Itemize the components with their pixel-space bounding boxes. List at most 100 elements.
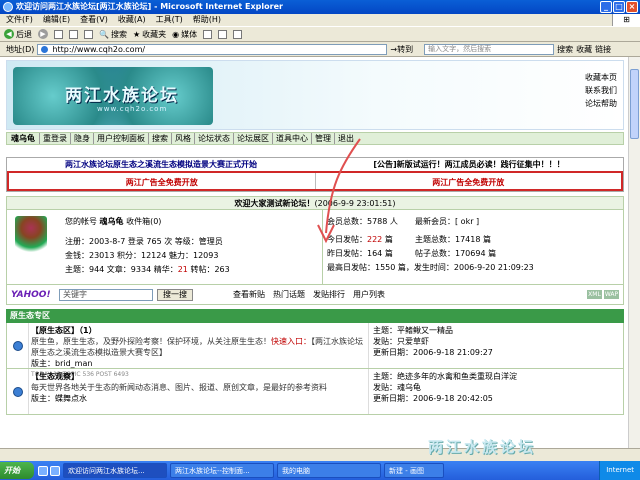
account-line: 您的帐号 魂乌龟 收件箱(0) [65, 217, 162, 226]
elite-count: 21 [177, 265, 188, 274]
newest-member-link[interactable]: okr [458, 217, 476, 226]
nav-gallery[interactable]: 论坛展区 [233, 133, 272, 144]
forum-mods: 版主：蝶舞点水 [31, 394, 87, 403]
forward-button[interactable]: ▶ [38, 29, 48, 39]
media-button[interactable]: ◉ 媒体 [172, 29, 197, 40]
stop-icon[interactable] [54, 29, 63, 39]
quicklaunch-ie-icon[interactable] [38, 465, 48, 476]
minimize-button[interactable]: _ [600, 1, 612, 13]
back-button[interactable]: ◀ 后退 [4, 29, 32, 40]
start-button[interactable]: 开始 [0, 462, 34, 479]
forum-title[interactable]: 【生态观察】 [31, 371, 366, 382]
close-button[interactable]: × [626, 1, 638, 13]
search-button[interactable]: 🔍 搜索 [99, 29, 127, 40]
address-label: 地址(D) [6, 44, 35, 54]
task-control-panel[interactable]: 两江水族论坛--控制面... [170, 463, 274, 478]
contest-announcement-link[interactable]: 两江水族论坛原生态之溪流生态模拟造景大赛正式开始 [7, 158, 315, 171]
nav-relogin[interactable]: 重登录 [39, 133, 70, 144]
go-button[interactable]: →转到 [390, 44, 413, 55]
forum-bulb-icon [12, 340, 23, 351]
vertical-scrollbar[interactable] [628, 57, 640, 448]
topic-line: 主题：944 文章：9334 精华：21 转帖：263 [65, 265, 230, 274]
search-line: YAHOO! 关键字 搜一搜 查看新贴 热门话题 发贴排行 用户列表 XML W… [6, 285, 624, 305]
nav-search[interactable]: 搜索 [148, 133, 171, 144]
window-titlebar: 欢迎访问两江水族论坛[两江水族论坛] - Microsoft Internet … [0, 0, 640, 14]
help-link[interactable]: 论坛帮助 [585, 97, 617, 110]
site-logo-text[interactable]: 两江水族论坛 [65, 81, 179, 106]
menu-help[interactable]: 帮助(H) [193, 14, 221, 26]
toolbar-search-button[interactable]: 搜索 [557, 44, 573, 55]
menu-edit[interactable]: 编辑(E) [43, 14, 70, 26]
nav-status[interactable]: 论坛状态 [194, 133, 233, 144]
back-arrow-icon: ◀ [4, 29, 14, 39]
forum-row: 【生态观察】 每天世界各地关于生态的新闻动态消息、图片、报道、原创文章，是最好的… [6, 369, 624, 415]
bookmark-link[interactable]: 收藏本页 [585, 71, 617, 84]
xml-button[interactable]: XML [587, 290, 602, 299]
site-banner: 两江水族论坛 www.cqh2o.com 收藏本页 联系我们 论坛帮助 [6, 60, 624, 130]
toolbar: ◀ 后退 ▶ 🔍 搜索 ★ 收藏夹 ◉ 媒体 [0, 26, 640, 42]
contact-link[interactable]: 联系我们 [585, 84, 617, 97]
browser-content: 两江水族论坛 www.cqh2o.com 收藏本页 联系我们 论坛帮助 魂乌龟 … [0, 57, 628, 448]
search-icon: 🔍 [99, 29, 109, 39]
toolbar-fav-button[interactable]: 收藏 [576, 44, 592, 55]
ie-icon [3, 2, 13, 12]
inbox-link[interactable]: 收件箱(0) [126, 217, 161, 226]
annotation-arrow-icon [317, 138, 361, 244]
task-forum-window[interactable]: 欢迎访问两江水族论坛... [63, 463, 167, 478]
last-topic[interactable]: 主题：绝迹多年的水禽和鱼类重现白洋淀 [373, 371, 619, 382]
wap-button[interactable]: WAP [604, 290, 619, 299]
quick-links: 查看新贴 热门话题 发贴排行 用户列表 [233, 289, 385, 300]
section-header[interactable]: 原生态专区 [6, 309, 624, 323]
nav-hidden[interactable]: 隐身 [70, 133, 93, 144]
keyword-input[interactable]: 关键字 [59, 288, 153, 301]
menu-view[interactable]: 查看(V) [80, 14, 108, 26]
nav-control-panel[interactable]: 用户控制面板 [93, 133, 148, 144]
task-paint[interactable]: 新建 - 画图 [384, 463, 444, 478]
taskbar: 开始 欢迎访问两江水族论坛... 两江水族论坛--控制面... 我的电脑 新建 … [0, 461, 640, 480]
user-list-link[interactable]: 用户列表 [353, 289, 385, 300]
post-rank-link[interactable]: 发贴排行 [313, 289, 345, 300]
last-topic[interactable]: 主题：平鳍鳅又一精品 [373, 325, 619, 336]
last-time: 更新日期：2006-9-18 21:09:27 [373, 348, 493, 357]
topics-stat: 主题总数：17418 篇 [415, 235, 491, 244]
refresh-icon[interactable] [69, 29, 78, 39]
ad-link-left[interactable]: 两江广告全免费开放 [9, 173, 316, 189]
quicklaunch-desktop-icon[interactable] [50, 465, 60, 476]
print-icon[interactable] [233, 29, 243, 39]
yahoo-logo: YAHOO! [11, 289, 51, 300]
last-poster[interactable]: 发贴：只爱草虾 [373, 336, 619, 347]
favorites-button[interactable]: ★ 收藏夹 [133, 29, 166, 40]
menu-favorites[interactable]: 收藏(A) [118, 14, 146, 26]
forum-desc: 每天世界各地关于生态的新闻动态消息、图片、报道、原创文章，是最好的参考资料 [31, 383, 327, 392]
status-bar [0, 448, 640, 461]
menu-bar: 文件(F) 编辑(E) 查看(V) 收藏(A) 工具(T) 帮助(H) ⊞ [0, 14, 640, 26]
forum-row: 【原生态区】（1） 原生鱼，原生生态，及野外探险考察！保护环境，从关注原生生态！… [6, 323, 624, 378]
last-poster[interactable]: 发贴：魂乌龟 [373, 382, 619, 393]
scrollbar-thumb[interactable] [630, 69, 639, 139]
maximize-button[interactable]: □ [613, 1, 625, 13]
links-label[interactable]: 链接 [595, 44, 611, 55]
peak-stat: 最高日发帖：1550 篇，发生时间：2006-9-20 21:09:23 [327, 263, 534, 272]
address-input[interactable]: http://www.cqh2o.com/ [37, 43, 388, 55]
account-name[interactable]: 魂乌龟 [100, 217, 124, 226]
menu-file[interactable]: 文件(F) [6, 14, 33, 26]
task-my-computer[interactable]: 我的电脑 [277, 463, 381, 478]
nav-style[interactable]: 风格 [171, 133, 194, 144]
menu-tools[interactable]: 工具(T) [156, 14, 183, 26]
last-time: 更新日期：2006-9-18 20:42:05 [373, 394, 493, 403]
user-avatar [15, 216, 47, 256]
address-bar: 地址(D) http://www.cqh2o.com/ →转到 输入文字，然后搜… [0, 42, 640, 57]
home-icon[interactable] [84, 29, 93, 39]
watermark-text: 两江水族论坛 [428, 438, 537, 456]
history-icon[interactable] [203, 29, 213, 39]
search-submit-button[interactable]: 搜一搜 [157, 288, 193, 301]
forum-mods: 版主：brid_man [31, 359, 93, 368]
yday-posts-stat: 昨日发帖：164 篇 [327, 249, 393, 258]
forum-title[interactable]: 【原生态区】（1） [31, 325, 366, 336]
hot-topics-link[interactable]: 热门话题 [273, 289, 305, 300]
nav-username[interactable]: 魂乌龟 [7, 133, 39, 144]
mail-icon[interactable] [218, 29, 228, 39]
toolbar-search-input[interactable]: 输入文字，然后搜索 [424, 43, 555, 55]
new-posts-link[interactable]: 查看新贴 [233, 289, 265, 300]
site-logo-url: www.cqh2o.com [97, 105, 168, 113]
